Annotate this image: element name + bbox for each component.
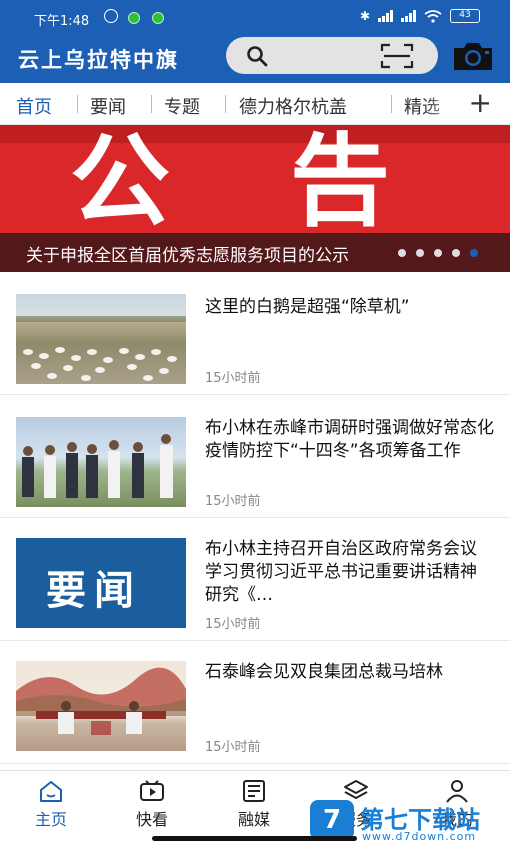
battery-icon: 43 [450,9,480,23]
home-indicator[interactable] [152,836,357,841]
carousel-indicator [398,249,478,257]
notification-icon [128,12,140,24]
news-time: 15小时前 [205,617,261,632]
banner-headline: 公告 [70,127,390,237]
wifi-icon [424,9,442,23]
carousel-dot[interactable] [434,249,442,257]
news-thumbnail[interactable] [16,661,186,751]
tab-divider [225,95,226,113]
carousel-dot[interactable] [398,249,406,257]
news-title[interactable]: 石泰峰会见双良集团总裁马培林 [205,661,495,684]
news-title[interactable]: 这里的白鹅是超强“除草机” [205,296,495,319]
notification-icon [152,12,164,24]
nav-quick-look[interactable]: 快看 [117,779,187,830]
news-title[interactable]: 布小林主持召开自治区政府常务会议 学习贯彻习近平总书记重要讲话精神 研究《… [205,538,495,607]
carousel-dot[interactable] [452,249,460,257]
thumbnail-label: 要闻 [46,568,142,614]
news-thumbnail[interactable]: 要闻 [16,538,186,628]
banner-headline-char: 公 [70,125,170,240]
news-title[interactable]: 布小林在赤峰市调研时强调做好常态化疫情防控下“十四冬”各项筹备工作 [205,417,495,463]
officials-image [22,434,173,498]
carousel-dot-active[interactable] [470,249,478,257]
scan-icon[interactable] [380,43,414,69]
site-watermark: 7 第七下载站 www.d7down.com [310,800,510,850]
status-time: 下午1:48 [34,14,90,29]
alarm-icon [104,9,118,23]
tab-topics[interactable]: 专题 [164,93,200,119]
meeting-image [16,667,186,735]
banner-headline-char: 告 [290,125,390,240]
nav-home[interactable]: 主页 [16,779,86,830]
nav-label: 主页 [34,810,67,829]
nav-label: 融媒 [237,810,270,829]
nav-media[interactable]: 融媒 [219,779,289,830]
tab-divider [77,95,78,113]
watermark-url: www.d7down.com [362,830,477,843]
tab-news[interactable]: 要闻 [90,93,126,119]
tab-home[interactable]: 首页 [16,93,52,119]
watermark-logo: 7 [310,800,354,840]
news-item[interactable]: 这里的白鹅是超强“除草机” 15小时前 [0,272,510,395]
tab-divider [151,95,152,113]
app-title: 云上乌拉特中旗 [18,47,179,72]
home-icon [40,781,62,802]
news-item[interactable]: 石泰峰会见双良集团总裁马培林 15小时前 [0,641,510,764]
news-time: 15小时前 [205,740,261,755]
nav-label: 快看 [135,810,168,829]
search-bar[interactable] [226,37,438,74]
carousel-dot[interactable] [416,249,424,257]
signal-icon [401,10,416,22]
news-item[interactable]: 布小林在赤峰市调研时强调做好常态化疫情防控下“十四冬”各项筹备工作 15小时前 [0,395,510,518]
bluetooth-icon: ✱ [359,9,370,23]
tab-divider [391,95,392,113]
app-header: 下午1:48 ✱ 43 云上乌拉特中旗 [0,0,510,83]
geese-image [16,316,186,381]
status-indicators: ✱ 43 [360,9,480,23]
news-thumbnail[interactable] [16,417,186,507]
camera-icon[interactable] [452,40,494,72]
channel-tabs: 首页 要闻 专题 德力格尔杭盖 精选 + [0,83,510,125]
banner-carousel[interactable]: 公告 关于申报全区首届优秀志愿服务项目的公示 [0,125,510,272]
tabs-fade [424,83,464,124]
news-time: 15小时前 [205,494,261,509]
news-time: 15小时前 [205,371,261,386]
banner-caption: 关于申报全区首届优秀志愿服务项目的公示 [26,246,349,266]
news-thumbnail[interactable] [16,294,186,384]
news-item[interactable]: 要闻 布小林主持召开自治区政府常务会议 学习贯彻习近平总书记重要讲话精神 研究《… [0,518,510,641]
newspaper-icon [243,780,265,802]
plus-icon[interactable]: + [469,89,492,117]
signal-icon [378,10,393,22]
tab-delgerhangai[interactable]: 德力格尔杭盖 [239,93,347,119]
video-icon [140,780,164,801]
search-icon[interactable] [246,45,268,67]
status-bar: 下午1:48 ✱ 43 [0,0,510,34]
